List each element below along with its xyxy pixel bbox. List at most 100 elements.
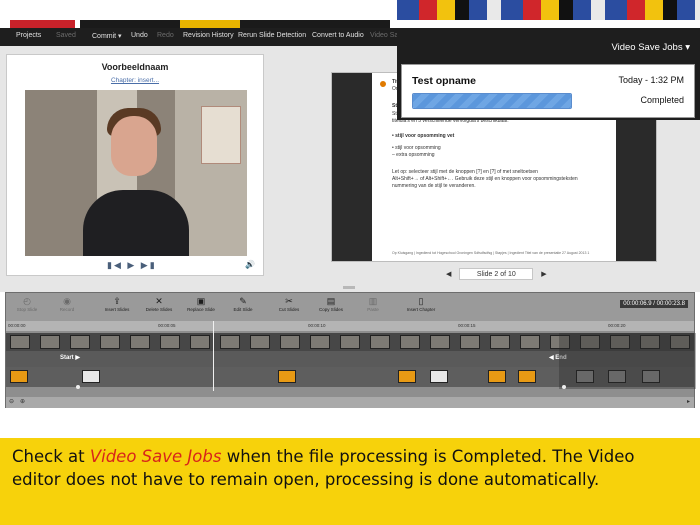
stripe-block [10, 20, 75, 28]
video-frame-thumbnail [490, 335, 510, 349]
chapter-icon: ▯ [418, 296, 424, 306]
tool-label: Insert Chapter [406, 307, 436, 312]
instruction-caption: Check at Video Save Jobs when the file p… [0, 438, 700, 525]
ruler-tick-label: 00:00:05 [158, 323, 176, 328]
job-progress-bar [412, 93, 572, 109]
video-frame-thumbnail [340, 335, 360, 349]
slide-thumbnail[interactable] [518, 370, 536, 383]
video-frame-thumbnail [160, 335, 180, 349]
edit-icon: ✎ [239, 296, 247, 306]
stop-slide-tool[interactable]: ◴ Stop Slide [10, 296, 44, 312]
paste-icon: ▥ [368, 296, 378, 306]
insert-slides-tool[interactable]: ⇪ Insert Slides [100, 296, 134, 312]
copy-slides-tool[interactable]: ▤ Copy Slides [314, 296, 348, 312]
menu-projects[interactable]: Projects [16, 32, 41, 39]
menu-undo[interactable]: Undo [131, 32, 148, 39]
end-handle[interactable] [562, 385, 566, 389]
slide-text-line: – extra opsomming [392, 152, 435, 158]
delete-slides-tool[interactable]: ✕ Delete Slides [142, 296, 176, 312]
ruler-tick-label: 00:00:20 [608, 323, 626, 328]
menu-revision-history[interactable]: Revision History [183, 32, 234, 39]
slide-text-line: • stijl voor opsomming vet [392, 133, 455, 139]
prev-slide-icon[interactable]: ◀ [446, 271, 451, 278]
menu-video-save[interactable]: Video Sa [370, 32, 398, 39]
timeline-toolbar: 00:00:06.9 / 00:00:23.8 ◴ Stop Slide ◉ Reco… [6, 293, 694, 321]
next-slide-icon[interactable]: ▶ [541, 271, 546, 278]
tool-label: Replace Slide [187, 307, 215, 312]
timeline-zoom-scrollbar[interactable]: ⊖ ⊕ ▸ [6, 397, 694, 408]
video-frame-thumbnail [430, 335, 450, 349]
video-frame-thumbnail [70, 335, 90, 349]
start-marker[interactable]: Start ▶ [60, 354, 80, 361]
brand-stripe [0, 0, 700, 28]
paste-tool[interactable]: ▥ Paste [356, 296, 390, 312]
zoom-out-icon[interactable]: ⊖ [9, 398, 14, 405]
speaker-icon[interactable]: 🔊 [245, 260, 255, 269]
presenter-body [83, 190, 189, 256]
video-save-jobs-panel: Video Save Jobs ▾ Test opname Today - 1:… [397, 28, 700, 120]
tool-label: Record [59, 307, 75, 312]
video-preview[interactable] [25, 90, 247, 256]
job-name: Test opname [412, 75, 476, 87]
delete-icon: ✕ [155, 296, 163, 306]
out-of-range-shade [559, 333, 696, 389]
insert-chapter-tool[interactable]: ▯ Insert Chapter [404, 296, 438, 312]
tool-label: Cut Slides [278, 307, 300, 312]
menu-commit[interactable]: Commit ▾ [92, 32, 122, 40]
job-time: Today - 1:32 PM [618, 75, 684, 85]
slide-thumbnail[interactable] [82, 370, 100, 383]
video-frame-thumbnail [220, 335, 240, 349]
job-progress-fill [413, 94, 571, 108]
video-frame-thumbnail [100, 335, 120, 349]
slide-thumbnail[interactable] [398, 370, 416, 383]
tool-label: Insert Slides [104, 307, 130, 312]
menu-redo: Redo [157, 32, 174, 39]
video-title: Voorbeeldnaam [101, 62, 169, 72]
timecode-display: 00:00:06.9 / 00:00:23.8 [620, 300, 688, 308]
scroll-right-icon[interactable]: ▸ [687, 398, 690, 405]
slide-thumbnail[interactable] [278, 370, 296, 383]
presenter-face [111, 116, 157, 176]
slide-text-line: nummering van de stijl te veranderen. [392, 183, 476, 189]
cut-slides-tool[interactable]: ✂ Cut Slides [272, 296, 306, 312]
video-frame-thumbnail [310, 335, 330, 349]
tool-label: Paste [367, 307, 379, 312]
video-frame-thumbnail [460, 335, 480, 349]
ruler-tick-label: 00:00:00 [8, 323, 26, 328]
video-background [201, 106, 241, 164]
video-frame-thumbnail [40, 335, 60, 349]
slide-thumbnail[interactable] [430, 370, 448, 383]
time-ruler[interactable]: 00:00:00 00:00:05 00:00:10 00:00:15 00:00:20 [6, 321, 694, 331]
slide-footer: Op Kluisgang | Ingediend tot Hogeschool … [392, 251, 590, 255]
replace-slide-tool[interactable]: ▣ Replace Slide [184, 296, 218, 312]
record-icon: ◉ [63, 296, 71, 306]
ruler-tick-label: 00:00:10 [308, 323, 326, 328]
record-tool[interactable]: ◉ Record [50, 296, 84, 312]
slide-thumbnail[interactable] [488, 370, 506, 383]
chapter-link[interactable]: Chapter: insert... [7, 77, 263, 84]
slide-thumbnail[interactable] [10, 370, 28, 383]
video-playback-controls[interactable]: ▮◀ ▶ ▶▮ [107, 260, 157, 271]
tool-label: Stop Slide [16, 307, 38, 312]
menu-rerun-slide-detection[interactable]: Rerun Slide Detection [238, 32, 306, 39]
stripe-block [180, 20, 240, 28]
video-frame-thumbnail [520, 335, 540, 349]
playhead[interactable] [213, 321, 214, 391]
start-handle[interactable] [76, 385, 80, 389]
slide-counter[interactable]: Slide 2 of 10 [459, 268, 534, 280]
slide-navigator: ◀ Slide 2 of 10 ▶ [446, 268, 547, 280]
video-frame-thumbnail [190, 335, 210, 349]
resize-handle[interactable] [343, 286, 355, 289]
save-job-item: Test opname Today - 1:32 PM Completed [401, 64, 695, 118]
slide-text-line: • stijl voor opsomming [392, 145, 441, 151]
replace-icon: ▣ [196, 296, 206, 306]
zoom-in-icon[interactable]: ⊕ [20, 398, 25, 405]
cut-icon: ✂ [285, 296, 293, 306]
menu-convert-to-audio[interactable]: Convert to Audio [312, 32, 364, 39]
video-save-jobs-button[interactable]: Video Save Jobs ▾ [611, 42, 690, 53]
edit-slide-tool[interactable]: ✎ Edit Slide [226, 296, 260, 312]
tool-label: Edit Slide [233, 307, 253, 312]
video-frame-thumbnail [10, 335, 30, 349]
stripe-block [80, 20, 180, 28]
caption-text: Check at [12, 447, 90, 466]
